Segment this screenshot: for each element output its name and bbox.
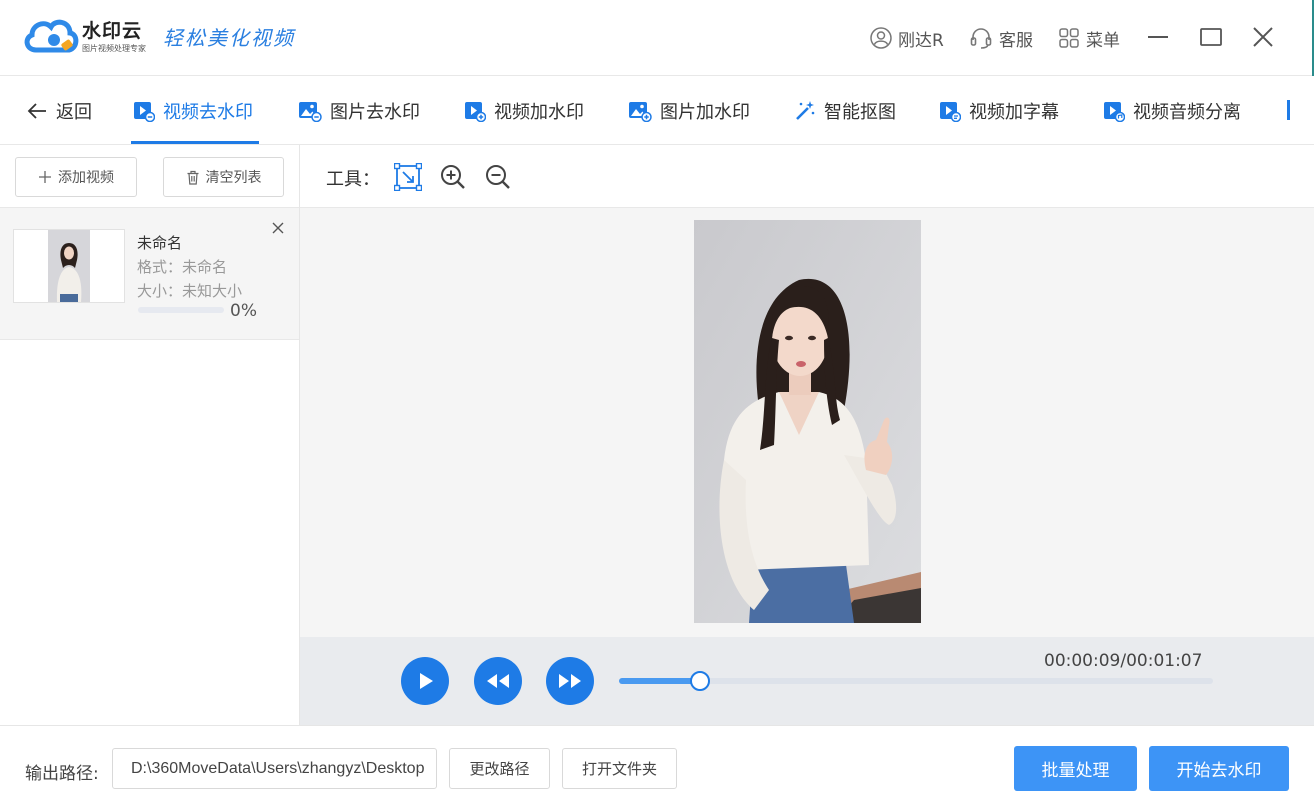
image-add-icon — [629, 101, 652, 122]
tab-video-subtitles[interactable]: 视频加字幕 — [939, 76, 1059, 145]
maximize-icon — [1200, 28, 1222, 46]
tab-label: 智能抠图 — [824, 101, 896, 123]
tab-label: 视频音频分离 — [1133, 101, 1241, 123]
video-frame[interactable] — [694, 220, 921, 623]
seek-bar[interactable] — [619, 671, 1213, 691]
user-name: 刚达R — [898, 30, 944, 51]
video-icon — [134, 101, 155, 122]
file-progress-bar — [138, 307, 224, 313]
file-format: 格式：未命名 — [137, 258, 228, 276]
brand-name: 水印云 — [82, 20, 143, 42]
video-subtitle-icon — [940, 101, 961, 122]
arrow-left-icon — [27, 102, 46, 119]
open-folder-button[interactable]: 打开文件夹 — [562, 748, 677, 789]
active-tab-indicator — [131, 141, 259, 144]
close-icon — [1253, 27, 1273, 47]
thumbnail-image — [48, 230, 90, 302]
tool-bar: 工具： — [300, 145, 1314, 208]
change-path-button[interactable]: 更改路径 — [449, 748, 550, 789]
fast-forward-icon — [559, 674, 581, 688]
play-icon — [420, 673, 433, 689]
add-video-button[interactable]: 添加视频 — [15, 157, 137, 197]
plus-icon — [39, 171, 51, 183]
playback-time: 00:00:09/00:01:07 — [1044, 651, 1203, 671]
tab-image-add-watermark[interactable]: 图片加水印 — [628, 76, 750, 145]
headset-icon — [970, 28, 992, 49]
select-region-icon[interactable] — [394, 163, 422, 191]
rewind-button[interactable] — [474, 657, 522, 705]
service-button[interactable]: 客服 — [969, 24, 1033, 52]
maximize-button[interactable] — [1196, 22, 1226, 52]
user-account[interactable]: 刚达R — [870, 24, 944, 52]
tab-label: 视频加水印 — [494, 101, 584, 123]
brand-subtitle: 图片视频处理专家 — [82, 44, 146, 53]
tab-smart-cutout[interactable]: 智能抠图 — [794, 76, 896, 145]
user-icon — [870, 27, 892, 49]
file-progress-text: 0% — [230, 301, 257, 321]
next-tab-edge — [1287, 100, 1290, 120]
feature-tabs: 返回 视频去水印 图片去水印 视频加水印 图片加水印 智能抠图 视频加字幕 视频… — [0, 76, 1314, 145]
service-label: 客服 — [999, 30, 1033, 51]
title-bar: 水印云 图片视频处理专家 轻松美化视频 刚达R 客服 菜单 — [0, 0, 1314, 76]
minimize-button[interactable] — [1143, 22, 1173, 52]
tab-image-remove-watermark[interactable]: 图片去水印 — [298, 76, 420, 145]
remove-file-icon[interactable] — [270, 220, 286, 236]
magic-wand-icon — [796, 100, 815, 120]
play-button[interactable] — [401, 657, 449, 705]
fast-forward-button[interactable] — [546, 657, 594, 705]
player-controls: 00:00:09/00:01:07 — [300, 637, 1314, 725]
output-path-field[interactable]: D:\360MoveData\Users\zhangyz\Desktop — [112, 748, 437, 789]
clear-list-button[interactable]: 清空列表 — [163, 157, 284, 197]
menu-button[interactable]: 菜单 — [1058, 24, 1120, 52]
file-name: 未命名 — [137, 234, 183, 252]
seek-handle[interactable] — [689, 671, 710, 691]
trash-icon — [187, 170, 198, 185]
batch-process-button[interactable]: 批量处理 — [1014, 746, 1137, 791]
minimize-icon — [1148, 36, 1168, 38]
app-window: 水印云 图片视频处理专家 轻松美化视频 刚达R 客服 菜单 返回 视频去水印 图… — [0, 0, 1314, 810]
tab-video-add-watermark[interactable]: 视频加水印 — [464, 76, 584, 145]
back-button[interactable]: 返回 — [26, 76, 92, 145]
clear-list-label: 清空列表 — [205, 170, 262, 186]
video-add-icon — [465, 101, 486, 122]
close-button[interactable] — [1248, 22, 1278, 52]
tab-label: 视频去水印 — [163, 101, 253, 123]
tab-label: 视频加字幕 — [969, 101, 1059, 123]
zoom-out-icon[interactable] — [484, 163, 512, 191]
tab-video-remove-watermark[interactable]: 视频去水印 — [133, 76, 253, 145]
cloud-logo-icon — [24, 19, 79, 53]
video-thumbnail — [13, 229, 125, 303]
seek-bar-fill — [619, 678, 700, 684]
rewind-icon — [487, 674, 509, 688]
output-bar: 输出路径: D:\360MoveData\Users\zhangyz\Deskt… — [0, 725, 1314, 810]
video-preview-area — [300, 208, 1314, 637]
zoom-in-icon[interactable] — [439, 163, 467, 191]
tab-label: 图片加水印 — [660, 101, 750, 123]
tools-label: 工具： — [326, 169, 380, 190]
grid-menu-icon — [1059, 28, 1079, 48]
file-size: 大小：未知大小 — [137, 282, 243, 300]
tab-video-audio-split[interactable]: 视频音频分离 — [1103, 76, 1241, 145]
add-video-label: 添加视频 — [58, 170, 114, 186]
tab-label: 图片去水印 — [330, 101, 420, 123]
file-list-panel: 添加视频 清空列表 未命名 格式：未命名 大小：未知大小 0% — [0, 145, 300, 725]
image-icon — [299, 101, 322, 122]
list-item[interactable]: 未命名 格式：未命名 大小：未知大小 0% — [0, 207, 299, 340]
start-remove-watermark-button[interactable]: 开始去水印 — [1149, 746, 1289, 791]
video-audio-icon — [1104, 101, 1125, 122]
slogan: 轻松美化视频 — [163, 26, 295, 50]
menu-label: 菜单 — [1086, 30, 1120, 51]
back-label: 返回 — [56, 101, 92, 123]
output-path-label: 输出路径: — [25, 764, 99, 784]
